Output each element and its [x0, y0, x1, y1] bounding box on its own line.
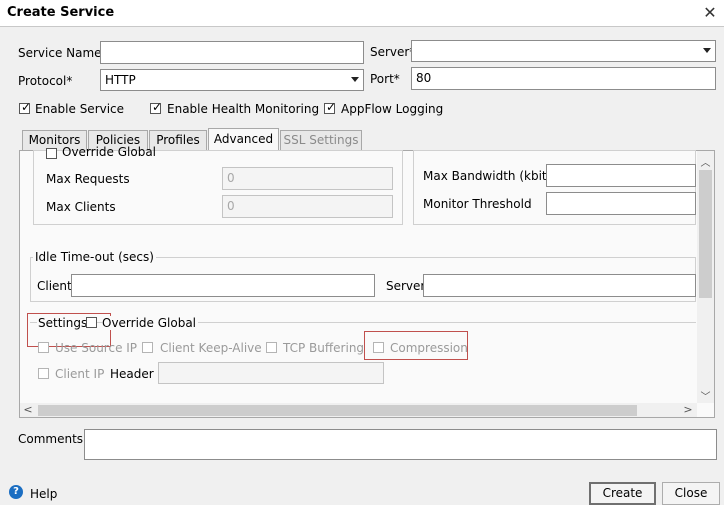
comments-input[interactable]: [84, 429, 717, 460]
create-button[interactable]: Create: [589, 482, 656, 505]
max-bandwidth-input[interactable]: [546, 164, 696, 187]
scroll-up-icon[interactable]: ︿: [697, 154, 714, 169]
header-label: Header: [110, 367, 154, 381]
override-global-top-label: Override Global: [62, 145, 157, 157]
help-icon[interactable]: ?: [9, 485, 23, 499]
max-clients-label: Max Clients: [46, 200, 116, 214]
tab-ssl-settings[interactable]: SSL Settings: [280, 130, 362, 150]
tab-profiles[interactable]: Profiles: [149, 130, 207, 150]
client-keep-alive-label: Client Keep-Alive: [160, 341, 262, 355]
idle-timeout-title: Idle Time-out (secs): [33, 250, 156, 264]
server-timeout-input[interactable]: [423, 274, 696, 297]
window-title: Create Service: [7, 5, 115, 20]
port-input[interactable]: 80: [411, 67, 716, 90]
chevron-down-icon: [351, 77, 359, 82]
protocol-select-value: HTTP: [105, 73, 136, 87]
compression-label: Compression: [390, 341, 468, 355]
header-input[interactable]: [158, 362, 384, 384]
comments-label: Comments: [18, 432, 84, 446]
enable-health-monitoring-checkbox[interactable]: ✓: [150, 100, 163, 114]
appflow-logging-label: AppFlow Logging: [341, 102, 444, 116]
chevron-down-icon: [703, 48, 711, 53]
max-bandwidth-label: Max Bandwidth (kbits): [423, 169, 558, 183]
use-source-ip-label: Use Source IP: [55, 341, 138, 355]
vertical-scroll-thumb[interactable]: [699, 170, 712, 298]
server-label: Server*: [370, 45, 416, 59]
checkmark-icon: ✓: [326, 100, 337, 114]
monitor-threshold-label: Monitor Threshold: [423, 197, 532, 211]
max-clients-input[interactable]: 0: [222, 195, 393, 218]
tcp-buffering-label: TCP Buffering: [283, 341, 365, 355]
service-name-input[interactable]: [100, 41, 364, 64]
close-button[interactable]: Close: [662, 482, 720, 505]
override-global-top-checkbox[interactable]: [46, 148, 57, 159]
enable-service-checkbox[interactable]: ✓: [19, 100, 32, 114]
scroll-left-icon[interactable]: <: [22, 403, 34, 416]
checkmark-icon: ✓: [21, 100, 32, 114]
settings-title: Settings: [37, 316, 89, 330]
enable-health-monitoring-label: Enable Health Monitoring: [167, 102, 320, 116]
enable-service-label: Enable Service: [35, 102, 125, 116]
scroll-right-icon[interactable]: >: [682, 403, 694, 416]
horizontal-scroll-thumb[interactable]: [38, 405, 637, 416]
client-ip-checkbox[interactable]: [38, 368, 49, 379]
max-requests-label: Max Requests: [46, 172, 130, 186]
monitor-threshold-input[interactable]: [546, 192, 696, 215]
checkmark-icon: ✓: [152, 100, 163, 114]
compression-checkbox[interactable]: [373, 342, 384, 353]
port-label: Port*: [370, 72, 400, 86]
client-label: Client: [37, 279, 72, 293]
help-link[interactable]: Help: [30, 487, 57, 501]
max-requests-input[interactable]: 0: [222, 167, 393, 190]
client-ip-label: Client IP: [55, 367, 105, 381]
close-icon[interactable]: ✕: [699, 3, 721, 23]
override-global-checkbox[interactable]: [86, 317, 97, 328]
use-source-ip-checkbox[interactable]: [38, 342, 49, 353]
tcp-buffering-checkbox[interactable]: [266, 342, 277, 353]
server-timeout-label: Server: [386, 279, 426, 293]
override-global-label: Override Global: [102, 316, 199, 330]
protocol-select[interactable]: HTTP: [100, 69, 364, 91]
scroll-down-icon[interactable]: ﹀: [697, 388, 714, 403]
protocol-label: Protocol*: [18, 74, 73, 88]
client-keep-alive-checkbox[interactable]: [142, 342, 153, 353]
appflow-logging-checkbox[interactable]: ✓: [324, 100, 337, 114]
tab-advanced[interactable]: Advanced: [208, 128, 279, 151]
client-timeout-input[interactable]: [71, 274, 375, 297]
service-name-label: Service Name*: [18, 46, 108, 60]
server-select[interactable]: [411, 40, 716, 62]
